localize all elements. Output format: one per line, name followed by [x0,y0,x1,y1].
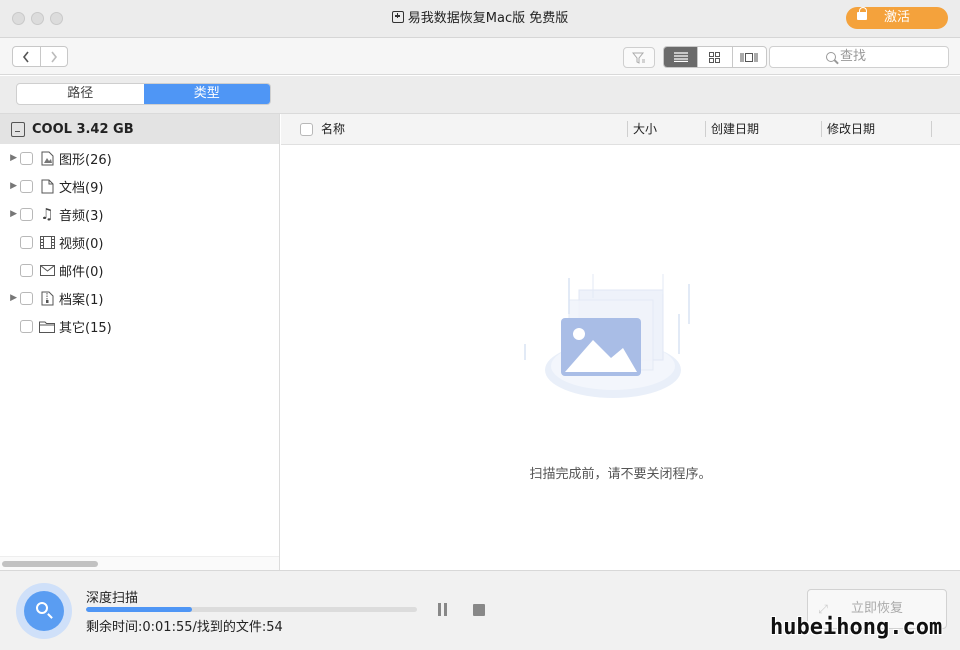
sidebar-item-label: 文档(9) [59,180,104,196]
checkbox[interactable] [20,179,33,193]
checkbox[interactable] [20,235,33,249]
recover-label: 立即恢复 [850,601,903,616]
zoom-window-button[interactable] [50,12,63,25]
sidebar-item-audio[interactable]: ▶ ♫ 音频(3) [0,200,279,228]
recover-icon: ⤢ [818,602,828,616]
close-window-button[interactable] [12,12,25,25]
forward-button[interactable] [39,47,68,66]
app-icon [391,11,404,23]
chevron-left-icon [23,51,29,62]
checkbox[interactable] [20,151,33,165]
sidebar: COOL 3.42 GB ▶ 图形(26) ▶ 文档(9) ▶ ♫ 音频(3) … [0,114,280,570]
lock-icon [857,7,867,20]
chevron-right-icon [51,51,57,62]
checkbox[interactable] [20,263,33,277]
grid-view-button[interactable] [697,47,731,67]
scan-status-text: 剩余时间:0:01:55/找到的文件:54 [86,620,283,635]
checkbox[interactable] [20,291,33,305]
watermark: hubeihong.com [770,615,943,640]
disclosure-triangle-icon[interactable]: ▶ [0,293,20,303]
hard-drive-icon [11,121,25,137]
column-header-name[interactable]: 名称 [321,114,345,145]
select-all-checkbox[interactable] [300,123,313,136]
search-icon [826,52,836,62]
empty-state-illustration [524,274,690,398]
segment-bar: 路径 类型 [0,76,960,114]
empty-state-message: 扫描完成前，请不要关闭程序。 [529,467,712,482]
search-placeholder: 查找 [840,49,867,64]
search-icon [36,602,48,614]
list-view-button[interactable] [664,47,698,67]
sidebar-item-label: 音频(3) [59,208,104,224]
list-view-icon [673,52,688,62]
scan-progress-bar [86,607,417,612]
folder-icon [39,318,55,334]
sidebar-item-documents[interactable]: ▶ 文档(9) [0,172,279,200]
back-button[interactable] [13,47,40,66]
scan-indicator [16,583,72,639]
window-title: 易我数据恢复Mac版 免费版 [0,0,960,38]
mail-icon [39,262,55,278]
sidebar-item-mail[interactable]: 邮件(0) [0,256,279,284]
column-divider[interactable] [821,121,822,137]
toolbar: 查找 [0,38,960,75]
checkbox[interactable] [20,207,33,221]
checkbox[interactable] [20,319,33,333]
column-divider[interactable] [627,121,628,137]
scrollbar-thumb[interactable] [2,561,98,567]
sidebar-item-other[interactable]: 其它(15) [0,312,279,340]
music-note-icon: ♫ [40,205,54,223]
sidebar-item-graphics[interactable]: ▶ 图形(26) [0,144,279,172]
filter-icon [632,52,645,64]
activate-button[interactable]: 激活 [846,7,948,29]
column-header-modified[interactable]: 修改日期 [827,114,875,145]
file-list-panel: 名称 大小 创建日期 修改日期 扫描完成前，请不要关闭程序。 [281,114,960,570]
disclosure-triangle-icon[interactable]: ▶ [0,153,20,163]
scan-progress-fill [86,607,192,612]
sidebar-item-label: 其它(15) [59,320,112,336]
drive-label: COOL 3.42 GB [32,121,134,137]
filter-button[interactable] [623,47,655,68]
film-icon [39,234,55,250]
sidebar-item-label: 邮件(0) [59,264,104,280]
horizontal-scrollbar[interactable] [0,556,279,570]
tab-type[interactable]: 类型 [143,84,270,104]
table-header: 名称 大小 创建日期 修改日期 [281,114,960,145]
sidebar-item-label: 图形(26) [59,152,112,168]
archive-icon [39,290,55,306]
column-header-created[interactable]: 创建日期 [711,114,759,145]
scan-title: 深度扫描 [86,591,139,606]
document-icon [39,178,55,194]
disclosure-triangle-icon[interactable]: ▶ [0,181,20,191]
grid-view-icon [709,51,721,63]
search-input[interactable]: 查找 [769,46,949,68]
window-title-text: 易我数据恢复Mac版 免费版 [407,11,569,26]
sidebar-item-video[interactable]: 视频(0) [0,228,279,256]
minimize-window-button[interactable] [31,12,44,25]
tab-path[interactable]: 路径 [17,84,144,104]
navigation-group [12,46,68,67]
view-by-segmented-control: 路径 类型 [16,83,271,105]
disclosure-triangle-icon[interactable]: ▶ [0,209,20,219]
column-header-size[interactable]: 大小 [633,114,657,145]
pause-icon[interactable] [437,603,449,616]
column-divider[interactable] [931,121,932,137]
title-bar: 易我数据恢复Mac版 免费版 激活 [0,0,960,38]
activate-label: 激活 [883,10,910,25]
drive-row[interactable]: COOL 3.42 GB [0,114,279,144]
stop-icon[interactable] [473,604,485,616]
scan-status-bar: 深度扫描 剩余时间:0:01:55/找到的文件:54 ⤢ 立即恢复 hubeih… [0,570,960,650]
coverflow-view-button[interactable] [731,47,766,67]
sidebar-item-archive[interactable]: ▶ 档案(1) [0,284,279,312]
column-divider[interactable] [705,121,706,137]
app-window: 易我数据恢复Mac版 免费版 激活 查找 路径 类型 COOL 3.42 GB … [0,0,960,650]
sidebar-item-label: 档案(1) [59,292,104,308]
sidebar-item-label: 视频(0) [59,236,104,252]
view-mode-group [663,46,767,68]
coverflow-view-icon [740,52,758,62]
image-file-icon [39,150,55,166]
